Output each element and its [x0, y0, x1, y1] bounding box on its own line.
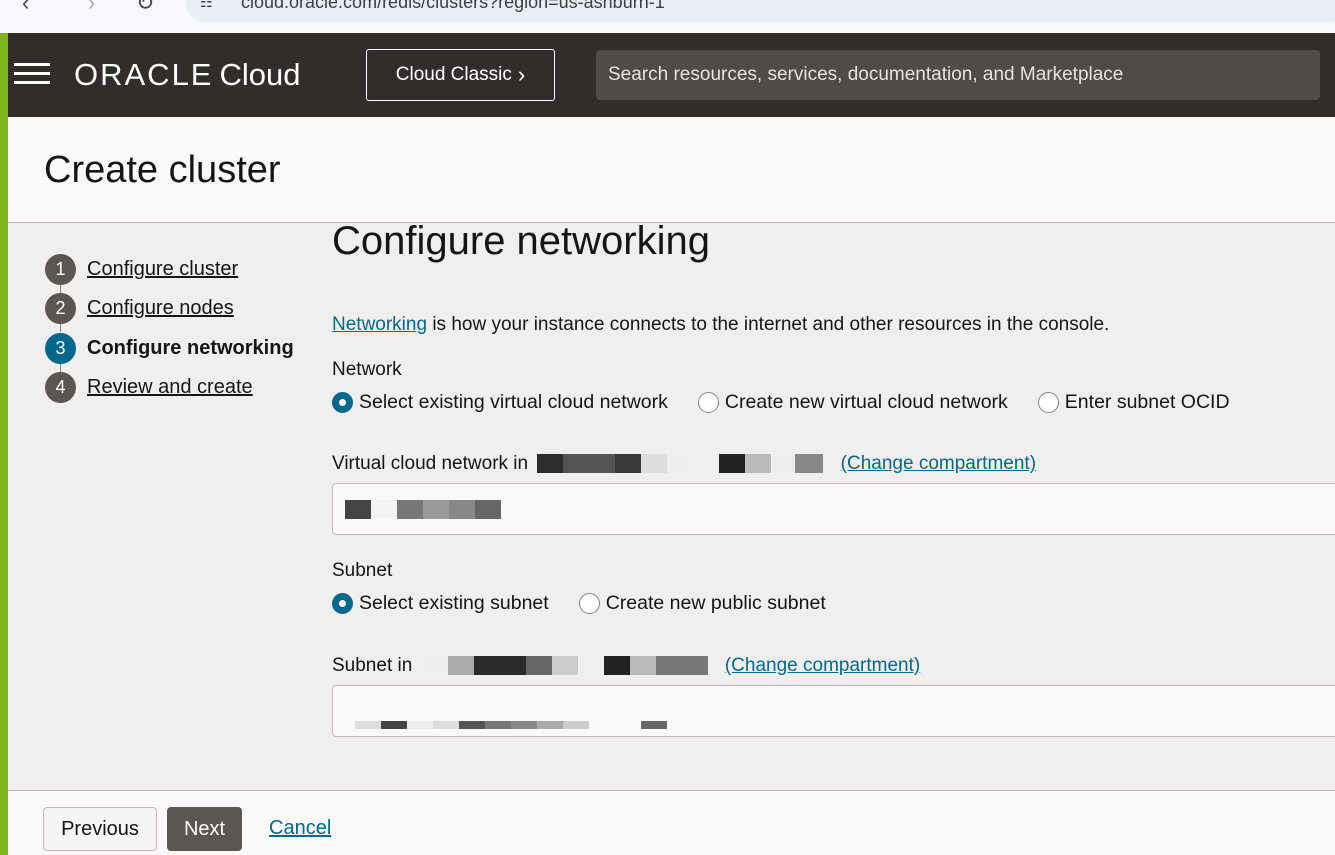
- step-number: 3: [45, 333, 76, 364]
- cloud-classic-button[interactable]: Cloud Classic ›: [366, 49, 555, 101]
- step-connector: [60, 285, 61, 293]
- subnet-compartment-label: Subnet in (Change compartment): [332, 655, 920, 677]
- step-number: 4: [45, 372, 76, 403]
- networking-intro: Networking is how your instance connects…: [332, 314, 1109, 336]
- search-input[interactable]: [596, 50, 1320, 100]
- cloud-classic-label: Cloud Classic: [395, 64, 512, 85]
- redacted-vcn-name: [345, 500, 501, 519]
- subnet-label: Subnet: [332, 560, 393, 581]
- logo-suffix: Cloud: [219, 57, 301, 92]
- back-icon[interactable]: ‹: [22, 0, 29, 16]
- forward-icon[interactable]: ›: [88, 0, 95, 16]
- reload-icon[interactable]: ↻: [136, 0, 154, 16]
- step-review-and-create[interactable]: 4 Review and create: [45, 372, 253, 403]
- networking-doc-link[interactable]: Networking: [332, 314, 427, 335]
- step-label: Configure networking: [87, 337, 294, 359]
- radio-select-existing-vcn[interactable]: Select existing virtual cloud network: [332, 391, 668, 414]
- oracle-cloud-logo[interactable]: ORACLE Cloud: [74, 57, 300, 93]
- subnet-radio-group: Select existing subnet Create new public…: [332, 592, 856, 615]
- site-info-icon[interactable]: ☷: [200, 0, 213, 11]
- console-header: ORACLE Cloud Cloud Classic ›: [8, 33, 1335, 117]
- page-title: Create cluster: [44, 149, 281, 191]
- radio-label: Create new virtual cloud network: [724, 391, 1008, 413]
- network-radio-group: Select existing virtual cloud network Cr…: [332, 391, 1260, 414]
- menu-icon[interactable]: [14, 63, 50, 87]
- subnet-select[interactable]: [332, 685, 1335, 737]
- radio-label: Select existing subnet: [359, 592, 549, 614]
- intro-text: is how your instance connects to the int…: [427, 314, 1110, 335]
- step-label[interactable]: Review and create: [87, 376, 253, 399]
- logo-brand: ORACLE: [74, 57, 214, 92]
- redacted-compartment-name: [537, 453, 824, 475]
- vcn-change-compartment-link[interactable]: (Change compartment): [841, 453, 1036, 474]
- radio-create-new-public-subnet[interactable]: Create new public subnet: [578, 592, 826, 615]
- previous-button[interactable]: Previous: [43, 807, 157, 851]
- cancel-link[interactable]: Cancel: [269, 817, 331, 840]
- network-label: Network: [332, 359, 402, 380]
- step-configure-nodes[interactable]: 2 Configure nodes: [45, 293, 234, 324]
- step-label[interactable]: Configure cluster: [87, 258, 238, 281]
- radio-label: Select existing virtual cloud network: [359, 391, 668, 413]
- redacted-subnet-name: [355, 716, 667, 734]
- radio-unchecked-icon: [697, 392, 719, 413]
- radio-checked-icon: [332, 593, 353, 614]
- step-configure-cluster[interactable]: 1 Configure cluster: [45, 254, 238, 285]
- page-header: Create cluster: [8, 117, 1335, 223]
- step-connector: [60, 324, 61, 332]
- left-accent-bar: [0, 33, 8, 855]
- radio-create-new-vcn[interactable]: Create new virtual cloud network: [697, 391, 1008, 414]
- redacted-compartment-name: [421, 655, 708, 677]
- subnet-label-text: Subnet in: [332, 655, 413, 676]
- subnet-change-compartment-link[interactable]: (Change compartment): [725, 655, 920, 676]
- step-configure-networking: 3 Configure networking: [45, 333, 294, 364]
- browser-toolbar: ‹ › ↻ ☷ cloud.oracle.com/redis/clusters?…: [0, 0, 1335, 33]
- chevron-right-icon: ›: [517, 62, 526, 87]
- step-number: 2: [45, 293, 76, 324]
- radio-enter-subnet-ocid[interactable]: Enter subnet OCID: [1037, 391, 1230, 414]
- section-title: Configure networking: [332, 219, 710, 263]
- step-number: 1: [45, 254, 76, 285]
- step-label[interactable]: Configure nodes: [87, 297, 234, 320]
- radio-select-existing-subnet[interactable]: Select existing subnet: [332, 592, 549, 615]
- wizard-footer: Previous Next Cancel: [8, 790, 1335, 855]
- radio-unchecked-icon: [578, 593, 600, 614]
- radio-label: Enter subnet OCID: [1064, 391, 1230, 413]
- step-connector: [60, 364, 61, 372]
- vcn-label-text: Virtual cloud network in: [332, 453, 529, 474]
- address-bar-url[interactable]: cloud.oracle.com/redis/clusters?region=u…: [241, 0, 665, 13]
- radio-label: Create new public subnet: [605, 592, 826, 614]
- radio-checked-icon: [332, 392, 353, 413]
- vcn-compartment-label: Virtual cloud network in (Change compart…: [332, 453, 1036, 475]
- radio-unchecked-icon: [1037, 392, 1059, 413]
- vcn-select[interactable]: [332, 483, 1335, 535]
- next-button[interactable]: Next: [167, 807, 242, 851]
